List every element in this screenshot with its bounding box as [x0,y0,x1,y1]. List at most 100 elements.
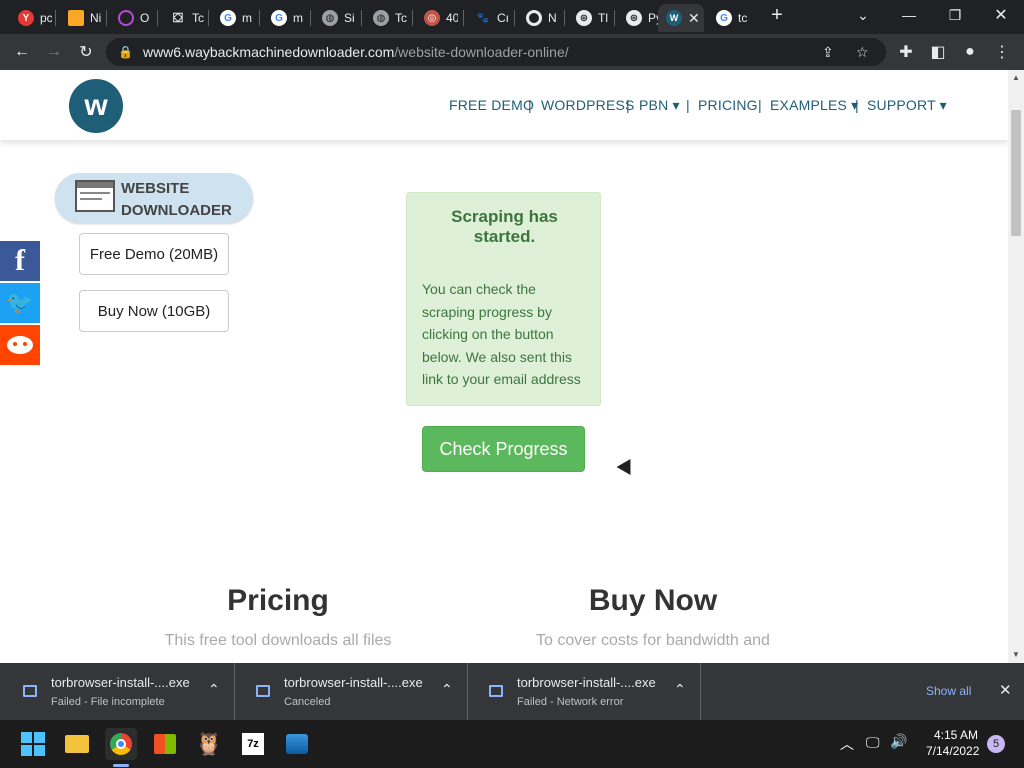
close-tab-icon[interactable]: ✕ [688,10,700,27]
twitter-icon[interactable]: 🐦 [0,283,40,323]
nav-wordpress[interactable]: WORDPRESS [541,97,635,113]
scroll-up-icon[interactable]: ▲ [1012,73,1020,82]
bookmark-star-icon[interactable]: ☆ [856,44,869,61]
nav-pbn[interactable]: PBN ▾ [639,97,680,114]
tab[interactable]: G m [210,4,254,32]
new-tab-button[interactable]: + [758,0,796,30]
tab-separator [310,10,311,26]
volume-icon[interactable]: 🔊 [890,733,907,750]
tab[interactable]: Y pc [8,4,52,32]
tab-separator [412,10,413,26]
exe-file-icon [23,685,37,697]
tab[interactable]: ◍ Tc [363,4,407,32]
tab[interactable]: G tc [706,4,752,32]
nav-support[interactable]: SUPPORT ▾ [867,97,947,114]
side-panel-icon[interactable]: ◧ [926,40,950,64]
restore-button[interactable]: ❐ [932,0,978,30]
forward-icon[interactable]: → [42,40,66,64]
file-explorer-icon[interactable] [61,728,93,760]
download-status: Canceled [284,696,331,708]
tab[interactable]: ◍ Si [312,4,356,32]
show-all-link[interactable]: Show all [926,684,971,698]
scraping-status-alert: Scraping has started. You can check the … [406,192,601,406]
back-icon[interactable]: ← [10,40,34,64]
circle-icon: ◎ [424,10,440,26]
close-window-button[interactable]: ✕ [978,0,1024,30]
tab-title: O [140,11,150,25]
openai-icon: ⊛ [626,10,642,26]
scroll-down-icon[interactable]: ▼ [1012,650,1020,659]
tab-active[interactable]: W ✕ [658,4,704,32]
tab[interactable]: G m [261,4,305,32]
google-icon: G [220,10,236,26]
nav-pricing[interactable]: PRICING [698,97,758,113]
tab-separator [564,10,565,26]
site-header: w FREE DEMO | WORDPRESS | PBN ▾ | PRICIN… [0,70,1008,140]
chrome-taskbar-icon[interactable] [105,728,137,760]
free-demo-button[interactable]: Free Demo (20MB) [79,233,229,275]
nav-separator: | [626,97,630,113]
extensions-icon[interactable]: ✚ [894,40,918,64]
owl-app-icon[interactable]: 🦉 [193,728,225,760]
notification-badge[interactable]: 5 [987,735,1005,753]
tab-title: Si [344,11,355,25]
reload-icon[interactable]: ↻ [74,40,98,64]
menu-kebab-icon[interactable]: ⋮ [990,40,1014,64]
tray-chevron-up-icon[interactable]: ︿ [840,734,854,754]
nav-examples[interactable]: EXAMPLES ▾ [770,97,858,114]
clock[interactable]: 4:15 AM 7/14/2022 [926,728,979,758]
google-icon: G [716,10,732,26]
globe-icon: ◍ [373,10,389,26]
windows-start-icon[interactable] [17,728,49,760]
nav-free-demo[interactable]: FREE DEMO [449,97,534,113]
tab[interactable]: N [516,4,560,32]
badge-line: DOWNLOADER [121,202,232,219]
openai-icon: ⊛ [576,10,592,26]
status-body: You can check the scraping progress by c… [422,281,581,387]
check-progress-button[interactable]: Check Progress [422,426,585,472]
7zip-icon[interactable]: 7z [237,728,269,760]
url-path: /website-downloader-online/ [394,44,569,60]
chevron-up-icon[interactable]: ⌃ [674,681,686,698]
chrome-icon [526,10,542,26]
microsoft-store-icon[interactable] [149,728,181,760]
facebook-icon[interactable]: f [0,241,40,281]
tab[interactable]: ⛋ Tc [160,4,204,32]
download-item[interactable]: torbrowser-install-....exe Failed - File… [3,663,235,720]
address-bar[interactable]: 🔒 www6.waybackmachinedownloader.com/webs… [106,38,886,66]
lock-icon[interactable]: 🔒 [118,45,133,59]
buy-now-button[interactable]: Buy Now (10GB) [79,290,229,332]
chevron-up-icon[interactable]: ⌃ [208,681,220,698]
exe-file-icon [256,685,270,697]
download-item[interactable]: torbrowser-install-....exe Failed - Netw… [469,663,701,720]
site-logo[interactable]: w [69,79,123,133]
download-item[interactable]: torbrowser-install-....exe Canceled ⌃ [236,663,468,720]
tab-strip: Y pc Ni O ⛋ Tc G m G m ◍ Si ◍ Tc ◎ 40 🐾 [0,0,1024,34]
tab-separator [361,10,362,26]
tab[interactable]: ⊛ Tl [566,4,610,32]
tab[interactable]: ◎ 40 [414,4,458,32]
tab-search-chevron-icon[interactable]: ⌄ [840,0,886,30]
reddit-icon[interactable] [0,325,40,365]
nav-separator: | [528,97,532,113]
chevron-up-icon[interactable]: ⌃ [441,681,453,698]
nav-separator: | [855,97,859,113]
tab-title: Ni [90,11,102,25]
minimize-button[interactable]: — [886,0,932,30]
clock-time: 4:15 AM [933,728,978,742]
tab[interactable]: O [108,4,152,32]
scrollbar-thumb[interactable] [1011,110,1021,236]
share-icon[interactable]: ⇪ [822,44,834,61]
tab[interactable]: 🐾 Cı [465,4,509,32]
close-shelf-icon[interactable]: ✕ [999,681,1012,699]
tab-title: pc [40,11,52,25]
tab-title: 40 [446,11,458,25]
profile-icon[interactable]: ● [958,40,982,64]
network-icon[interactable]: 🖵 [866,734,880,751]
tab-separator [463,10,464,26]
tab[interactable]: Ni [58,4,102,32]
photos-icon[interactable] [281,728,313,760]
page-scrollbar[interactable]: ▲ ▼ [1008,70,1024,663]
tab[interactable]: ⊛ Py [616,4,660,32]
download-shelf: torbrowser-install-....exe Failed - File… [0,663,1024,720]
